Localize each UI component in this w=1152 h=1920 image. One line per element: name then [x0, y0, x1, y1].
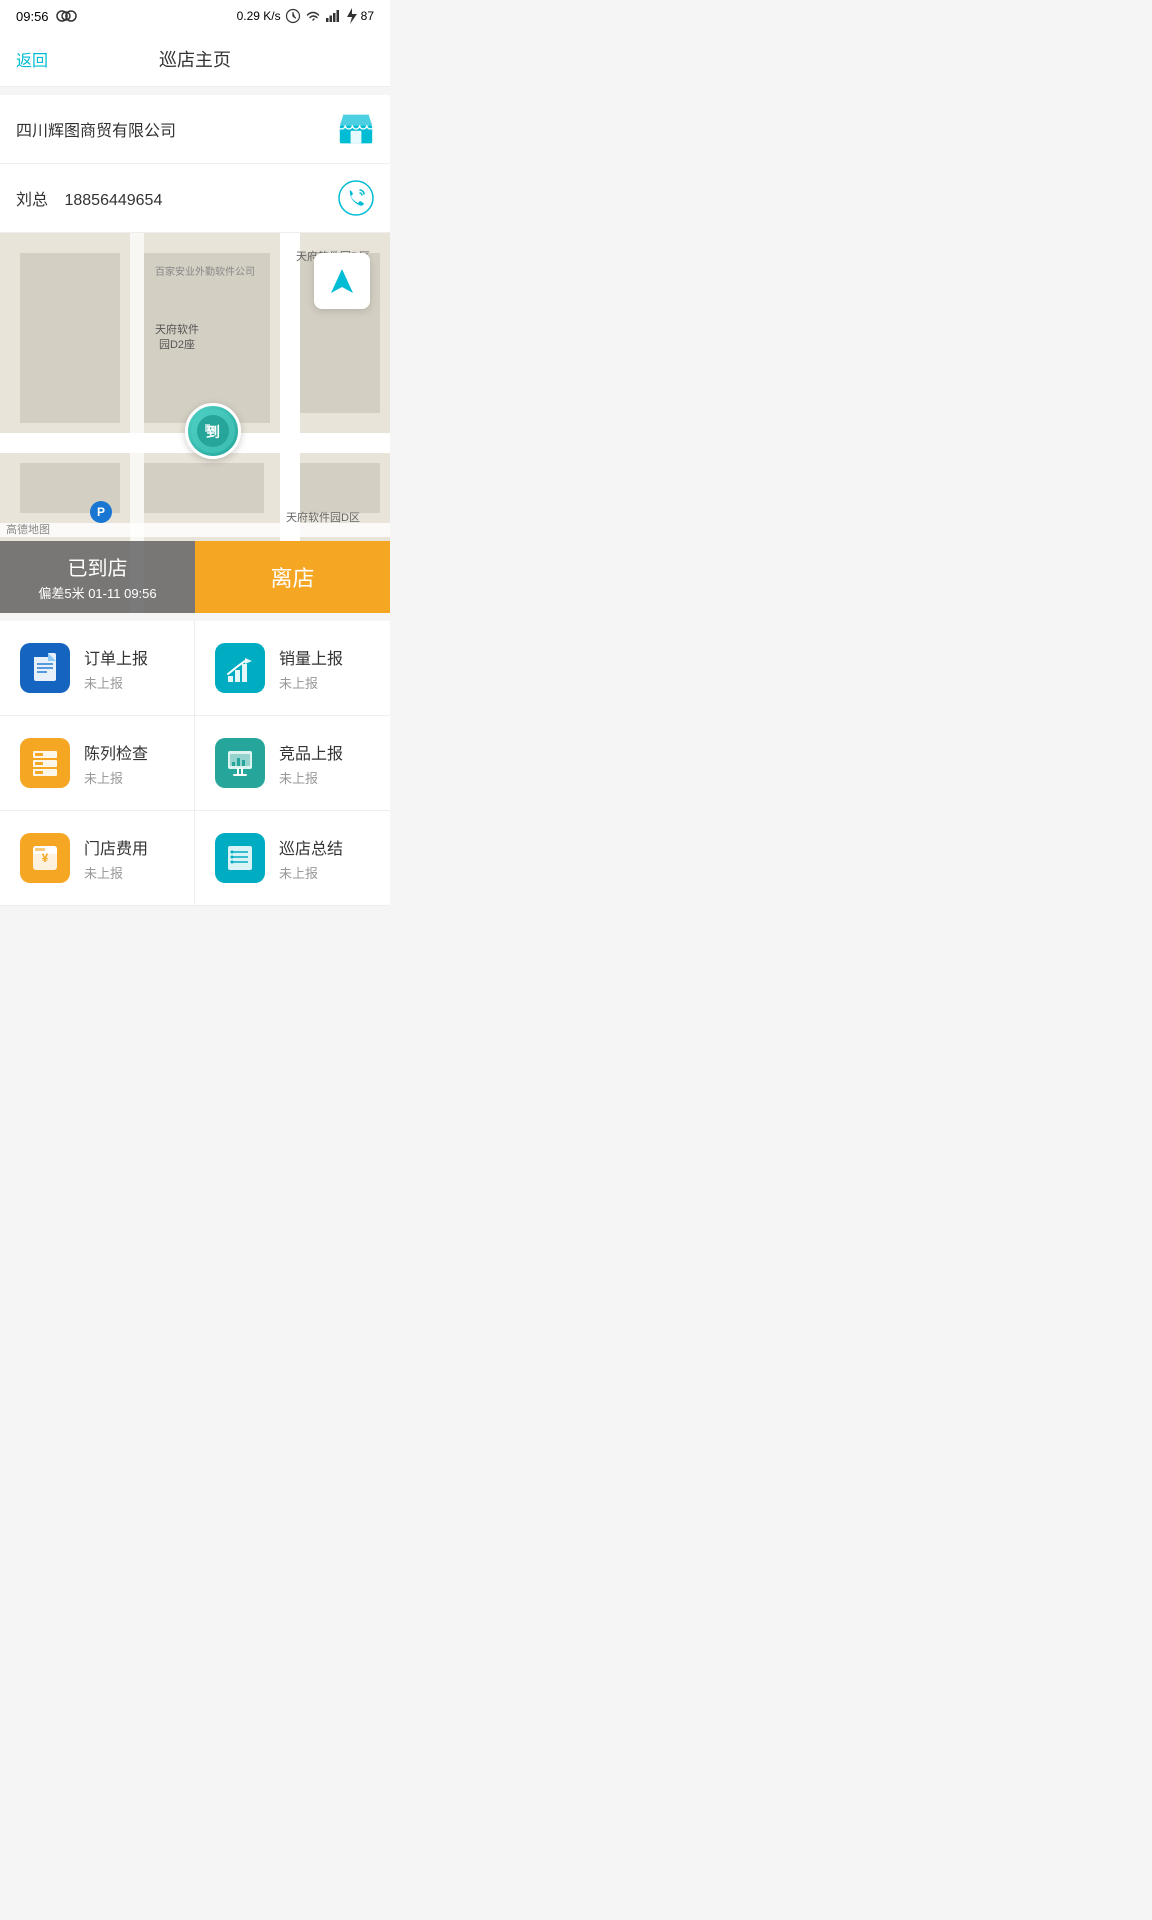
menu-item-sales-report[interactable]: 销量上报 未上报	[195, 621, 390, 716]
display-check-label: 陈列检查	[84, 740, 148, 764]
stack-icon	[29, 747, 61, 779]
menu-grid: 订单上报 未上报 销量上报 未上报	[0, 621, 390, 906]
document-icon	[30, 651, 60, 685]
order-report-sub: 未上报	[84, 673, 148, 692]
display-check-text: 陈列检查 未上报	[84, 740, 148, 787]
phone-icon[interactable]	[338, 180, 374, 216]
contact-phone: 18856449654	[64, 192, 162, 209]
leave-label: 离店	[270, 561, 314, 593]
status-left: 09:56	[16, 8, 77, 24]
sales-report-icon-wrap	[215, 643, 265, 693]
infinity-icon	[55, 8, 77, 24]
list-icon	[224, 842, 256, 874]
page-title: 巡店主页	[159, 46, 231, 72]
display-check-sub: 未上报	[84, 768, 148, 787]
store-expense-sub: 未上报	[84, 863, 148, 882]
contact-name: 刘总	[16, 192, 48, 209]
leave-button[interactable]: 离店	[195, 541, 390, 613]
order-report-text: 订单上报 未上报	[84, 645, 148, 692]
back-button[interactable]: 返回	[16, 47, 48, 71]
shop-icon	[338, 111, 374, 147]
contact-info: 刘总 18856449654	[16, 186, 162, 210]
company-name: 四川辉图商贸有限公司	[16, 117, 176, 141]
competitor-report-sub: 未上报	[279, 768, 343, 787]
menu-item-order-report[interactable]: 订单上报 未上报	[0, 621, 195, 716]
tour-summary-text: 巡店总结 未上报	[279, 835, 343, 882]
menu-item-tour-summary[interactable]: 巡店总结 未上报	[195, 811, 390, 906]
navigation-icon	[327, 266, 357, 296]
menu-item-display-check[interactable]: 陈列检查 未上报	[0, 716, 195, 811]
lightning-icon	[345, 8, 357, 24]
money-icon: ¥	[29, 842, 61, 874]
map-label-d2: 天府软件园D2座	[155, 323, 199, 354]
tour-summary-label: 巡店总结	[279, 835, 343, 859]
clock-icon	[285, 8, 301, 24]
status-time: 09:56	[16, 9, 49, 24]
map-container: 百家安业外勤软件公司 天府软件园D区 天府软件园D2座 天府软件园D区 P 到 …	[0, 233, 390, 613]
wifi-icon	[305, 8, 321, 24]
menu-item-store-expense[interactable]: ¥ 门店费用 未上报	[0, 811, 195, 906]
tour-summary-sub: 未上报	[279, 863, 343, 882]
status-right: 0.29 K/s 87	[237, 8, 374, 24]
store-expense-text: 门店费用 未上报	[84, 835, 148, 882]
map-watermark: 高德地图	[6, 521, 50, 537]
order-report-icon-wrap	[20, 643, 70, 693]
map-bottom-actions: 已到店 偏差5米 01-11 09:56 离店	[0, 541, 390, 613]
store-expense-label: 门店费用	[84, 835, 148, 859]
store-expense-icon-wrap: ¥	[20, 833, 70, 883]
display-check-icon-wrap	[20, 738, 70, 788]
company-section: 四川辉图商贸有限公司	[0, 95, 390, 164]
arrived-button[interactable]: 已到店 偏差5米 01-11 09:56	[0, 541, 195, 613]
map-label-company: 百家安业外勤软件公司	[155, 263, 255, 278]
map-label-d-bottom: 天府软件园D区	[286, 509, 360, 525]
status-bar: 09:56 0.29 K/s 87	[0, 0, 390, 32]
marker-circle: 到	[185, 403, 241, 459]
network-speed: 0.29 K/s	[237, 9, 281, 23]
sales-report-sub: 未上报	[279, 673, 343, 692]
arrived-main-label: 已到店	[68, 552, 128, 581]
competitor-report-text: 竞品上报 未上报	[279, 740, 343, 787]
parking-icon: P	[90, 501, 112, 523]
battery-level: 87	[361, 9, 374, 23]
presentation-icon	[224, 747, 256, 779]
page-header: 返回 巡店主页	[0, 32, 390, 87]
location-marker: 到	[185, 403, 241, 459]
svg-text:¥: ¥	[42, 851, 49, 865]
signal-icon	[325, 8, 341, 24]
competitor-report-label: 竞品上报	[279, 740, 343, 764]
marker-inner: 到	[190, 408, 236, 454]
sales-report-label: 销量上报	[279, 645, 343, 669]
menu-item-competitor-report[interactable]: 竞品上报 未上报	[195, 716, 390, 811]
order-report-label: 订单上报	[84, 645, 148, 669]
contact-section: 刘总 18856449654	[0, 164, 390, 233]
tour-summary-icon-wrap	[215, 833, 265, 883]
navigation-button[interactable]	[314, 253, 370, 309]
competitor-report-icon-wrap	[215, 738, 265, 788]
sales-report-text: 销量上报 未上报	[279, 645, 343, 692]
arrived-sub-label: 偏差5米 01-11 09:56	[38, 583, 156, 602]
chart-icon	[224, 652, 256, 684]
